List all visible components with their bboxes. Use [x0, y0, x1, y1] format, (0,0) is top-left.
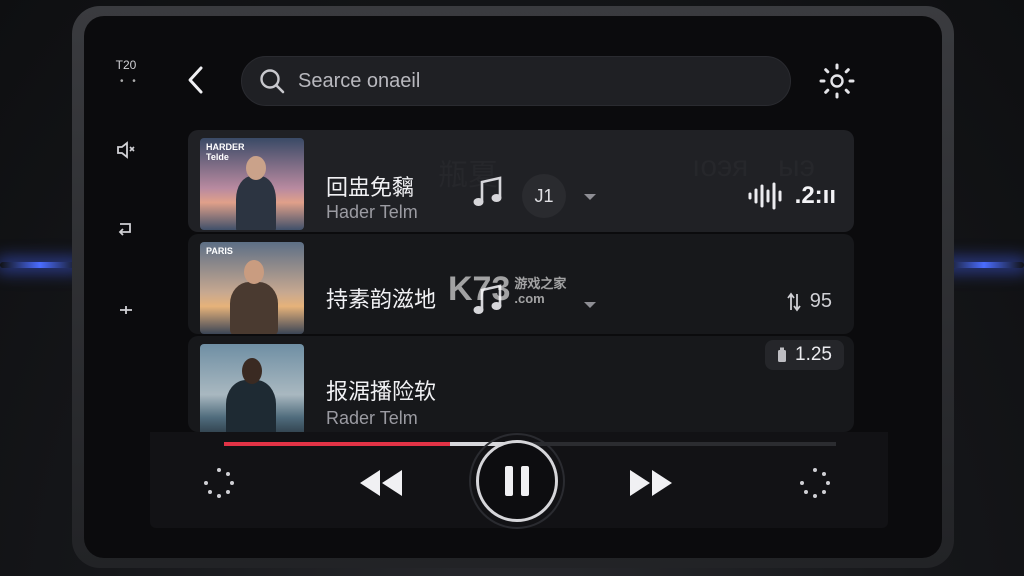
pause-button[interactable]: [469, 433, 565, 529]
watermark-line2: .com: [514, 291, 545, 306]
watermark-line1: 游戏之家: [514, 276, 567, 291]
progress-played: [224, 442, 451, 446]
track-title: 回盅免黐: [326, 175, 415, 200]
waveform-icon: [748, 182, 782, 210]
album-art-caption: PARIS: [206, 246, 233, 256]
album-art: PARIS: [200, 242, 304, 334]
ghost-label: ыэ: [778, 150, 815, 183]
loading-ring-icon[interactable]: [798, 466, 832, 500]
track-stat: 95: [786, 290, 832, 313]
settings-gear-icon[interactable]: [818, 62, 856, 100]
ambient-light-right: [944, 262, 1024, 268]
search-icon: [260, 69, 285, 94]
album-art: [200, 344, 304, 436]
track-row[interactable]: 报涺播险软 Rader Telm 1.25: [188, 336, 854, 436]
status-dots: • •: [120, 76, 139, 87]
return-icon[interactable]: [114, 218, 138, 242]
watermark-brand: K73: [448, 270, 511, 308]
chip-value: 1.25: [795, 344, 832, 365]
battery-chip: 1.25: [765, 340, 844, 370]
track-title: 报涺播险软: [326, 379, 437, 404]
volume-icon[interactable]: [114, 138, 138, 162]
left-rail: T20 • •: [84, 16, 154, 558]
ambient-light-left: [0, 262, 80, 268]
stat-value: 95: [809, 290, 832, 312]
track-title: 持素韵滋地: [326, 287, 437, 312]
ghost-label: ıоэя: [692, 150, 749, 183]
meter-value: .2:ıı: [794, 182, 836, 209]
chevron-down-icon[interactable]: [582, 300, 598, 310]
search-input[interactable]: [298, 69, 758, 93]
music-note-icon: [473, 176, 502, 206]
battery-icon: [778, 347, 787, 362]
arrows-icon: [787, 292, 801, 311]
loading-ring-icon[interactable]: [202, 466, 236, 500]
status-time: T20: [115, 58, 137, 72]
track-artist: Hader Telm: [326, 202, 418, 222]
fast-forward-icon[interactable]: [628, 468, 674, 498]
album-art: HARDER Telde: [200, 138, 304, 230]
signal-meter: .2:ıı: [747, 182, 836, 210]
back-chevron-icon[interactable]: [182, 64, 210, 96]
track-row[interactable]: 瓶夏 ıоэя ыэ HARDER Telde 回盅免黐 Hader Telm …: [188, 130, 854, 232]
rewind-icon[interactable]: [358, 468, 404, 498]
quality-badge[interactable]: J1: [522, 174, 566, 218]
track-artist: Rader Telm: [326, 408, 418, 428]
watermark: K73 游戏之家 .com: [448, 270, 566, 309]
search-bar[interactable]: [241, 56, 791, 106]
pin-icon[interactable]: [114, 298, 138, 322]
album-art-caption: HARDER Telde: [206, 142, 245, 162]
chevron-down-icon[interactable]: [582, 192, 598, 202]
